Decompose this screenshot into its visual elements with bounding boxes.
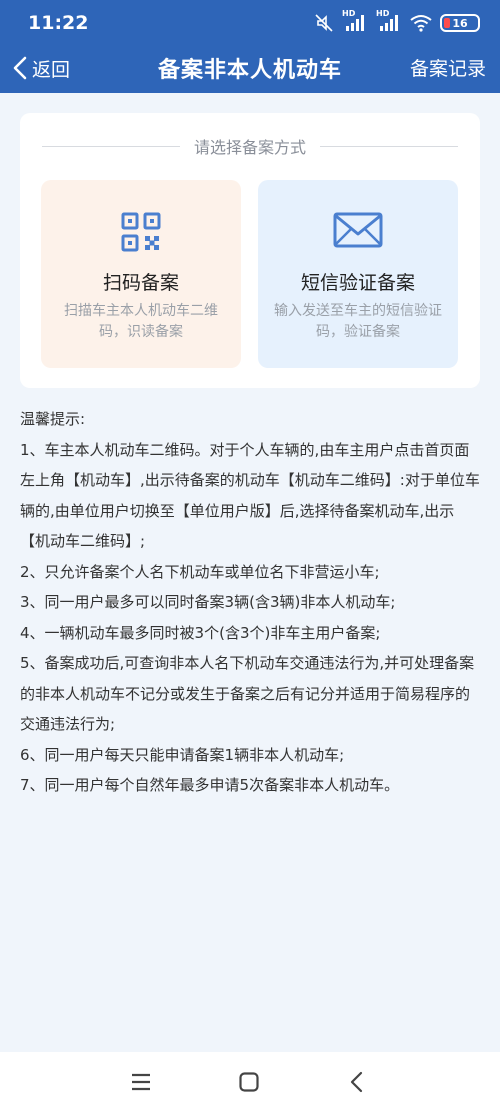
card-header-label: 请选择备案方式 <box>194 138 307 157</box>
qr-code-icon <box>41 210 241 254</box>
mute-icon <box>315 14 333 32</box>
signal-2-icon: HD <box>376 9 402 33</box>
sms-option-title: 短信验证备案 <box>300 272 415 294</box>
menu-icon <box>132 1073 150 1091</box>
scan-option-button[interactable]: 扫码备案 扫描车主本人机动车二维码，识读备案 <box>41 180 241 368</box>
home-button[interactable] <box>237 1070 261 1094</box>
record-link[interactable]: 备案记录 <box>410 54 486 81</box>
tip-item: 1、车主本人机动车二维码。对于个人车辆的,由车主用户点击首页面左上角【机动车】,… <box>20 440 480 551</box>
back-arrow-icon <box>350 1071 363 1093</box>
tip-item: 5、备案成功后,可查询非本人名下机动车交通违法行为,并可处理备案的非本人机动车不… <box>20 654 475 733</box>
envelope-icon <box>258 210 458 254</box>
battery-icon: 16 <box>440 14 480 32</box>
tips-section: 温馨提示: 1、车主本人机动车二维码。对于个人车辆的,由车主用户点击首页面左上角… <box>20 404 482 801</box>
scan-option-title: 扫码备案 <box>102 272 179 294</box>
tip-item: 3、同一用户最多可以同时备案3辆(含3辆)非本人机动车; <box>20 593 396 611</box>
status-time: 11:22 <box>28 12 89 34</box>
wifi-icon <box>410 15 432 32</box>
battery-level <box>444 18 450 28</box>
sms-option-button[interactable]: 短信验证备案 输入发送至车主的短信验证码，验证备案 <box>258 180 458 368</box>
sms-option-desc: 输入发送至车主的短信验证码，验证备案 <box>274 303 442 340</box>
battery-text: 16 <box>452 16 468 30</box>
back-nav-button[interactable] <box>346 1070 370 1094</box>
tip-item: 2、只允许备案个人名下机动车或单位名下非营运小车; <box>20 562 380 581</box>
card-header: 请选择备案方式 <box>42 135 459 157</box>
menu-button[interactable] <box>129 1070 153 1094</box>
home-square-icon <box>239 1072 259 1092</box>
system-nav-bar <box>0 1052 500 1111</box>
signal-1-icon: HD <box>342 9 368 33</box>
nav-bar: 返回 备案非本人机动车 备案记录 <box>0 46 500 93</box>
divider-left <box>42 145 180 147</box>
tip-item: 4、一辆机动车最多同时被3个(含3个)非车主用户备案; <box>20 623 381 642</box>
app-header: 11:22 HD HD 16 返回 备案非本人机动车 备案记录 <box>0 0 500 93</box>
tip-item: 7、同一用户每个自然年最多申请5次备案非本人机动车。 <box>20 776 400 794</box>
status-bar: 11:22 HD HD 16 <box>0 0 500 46</box>
tips-title: 温馨提示: <box>20 410 86 428</box>
tip-item: 6、同一用户每天只能申请备案1辆非本人机动车; <box>20 745 345 764</box>
scan-option-desc: 扫描车主本人机动车二维码，识读备案 <box>64 303 218 340</box>
method-card: 请选择备案方式 扫码备案 扫描车主本人机动车二维码，识读备案 短信验证备案 输入… <box>20 113 480 388</box>
divider-right <box>320 145 459 147</box>
status-icons: HD HD 16 <box>314 9 480 34</box>
